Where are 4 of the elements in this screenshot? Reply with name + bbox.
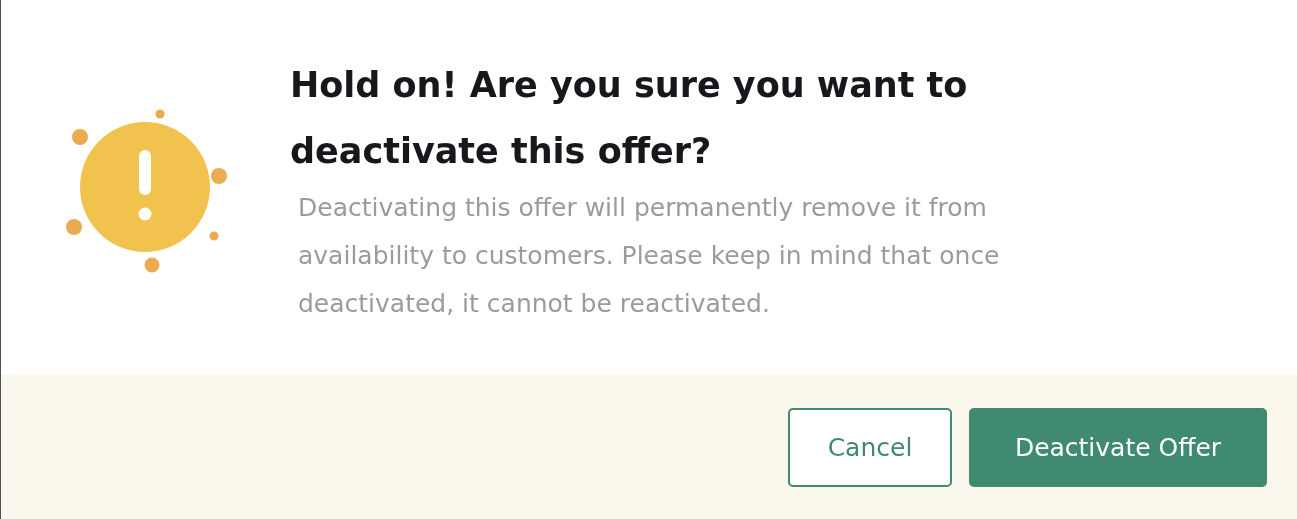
dialog-message: Deactivating this offer will permanently remove it from availability to customers. Please keep in mind that once deactivated, it cannot be reactivated. xyxy=(298,192,1001,320)
dialog-title: Hold on! Are you sure you want to deactivate this offer? xyxy=(290,64,969,173)
deactivate-button[interactable]: Deactivate Offer xyxy=(969,408,1267,487)
cancel-button[interactable]: Cancel xyxy=(788,408,952,487)
